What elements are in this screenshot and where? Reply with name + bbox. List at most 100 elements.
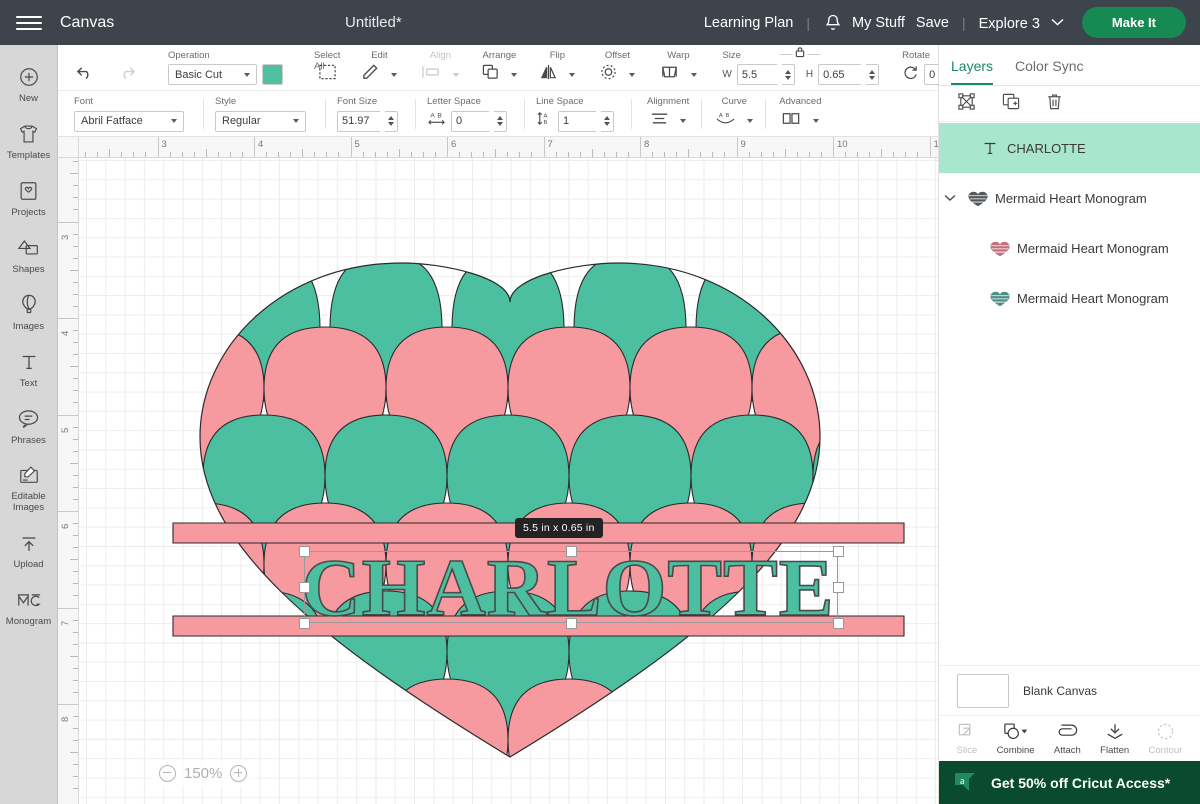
- trash-icon[interactable]: [1045, 92, 1064, 116]
- advanced-button[interactable]: [781, 110, 820, 132]
- sidebar-item-text[interactable]: Text: [0, 342, 58, 398]
- height-input[interactable]: [818, 64, 862, 85]
- sidebar-item-new[interactable]: New: [0, 57, 58, 113]
- operation-color-swatch[interactable]: [262, 64, 283, 85]
- ruler-minor-tick: [73, 378, 78, 380]
- sidebar-item-projects[interactable]: Projects: [0, 171, 58, 227]
- selection-handle-tr[interactable]: [833, 546, 844, 557]
- ruler-minor-tick: [193, 152, 195, 157]
- layer-row-mermaid-group[interactable]: Mermaid Heart Monogram: [939, 173, 1200, 223]
- flip-button[interactable]: [539, 64, 576, 86]
- selection-handle-tc[interactable]: [566, 546, 577, 557]
- canvas-property-label: Blank Canvas: [1023, 683, 1098, 698]
- selection-handle-bc[interactable]: [566, 618, 577, 629]
- font-select[interactable]: Abril Fatface: [74, 110, 184, 132]
- width-stepper[interactable]: [781, 64, 795, 85]
- sidebar-item-editable-images[interactable]: Editable Images: [0, 455, 58, 522]
- font-size-group: Font Size: [329, 91, 407, 137]
- ruler-minor-tick: [73, 498, 78, 500]
- flip-group: Flip: [526, 45, 584, 90]
- combine-button[interactable]: Combine: [997, 722, 1035, 756]
- project-title[interactable]: Untitled*: [345, 14, 402, 31]
- ruler-major-tick: [929, 137, 931, 157]
- ruler-minor-tick: [73, 547, 78, 549]
- layers-list: CHARLOTTE Mermaid Heart Monogram Mermaid…: [939, 123, 1200, 665]
- sidebar-item-upload[interactable]: Upload: [0, 523, 58, 579]
- curve-group: Curve A B: [705, 91, 762, 137]
- ruler-minor-tick: [169, 152, 171, 157]
- height-stepper[interactable]: [866, 64, 880, 85]
- selection-handle-bl[interactable]: [299, 618, 310, 629]
- sidebar-item-phrases[interactable]: Phrases: [0, 399, 58, 455]
- line-space-stepper[interactable]: [601, 110, 614, 132]
- width-label: W: [722, 69, 732, 80]
- letter-space-group: Letter Space A B: [419, 91, 516, 137]
- duplicate-icon[interactable]: [1001, 92, 1021, 116]
- selection-handle-br[interactable]: [833, 618, 844, 629]
- ruler-minor-tick: [73, 523, 78, 525]
- font-size-input[interactable]: [337, 110, 380, 132]
- layer-row-charlotte[interactable]: CHARLOTTE: [939, 123, 1200, 173]
- zoom-out-icon[interactable]: [159, 764, 176, 782]
- ruler-minor-tick: [73, 281, 78, 283]
- notification-bell-icon[interactable]: [823, 13, 843, 33]
- ruler-minor-tick: [302, 149, 304, 157]
- heart-thumb-dark: [968, 191, 988, 207]
- ruler-v-label: 5: [60, 427, 71, 433]
- tab-color-sync[interactable]: Color Sync: [1015, 58, 1083, 85]
- cricut-access-promo[interactable]: a Get 50% off Cricut Access*: [939, 761, 1200, 804]
- text-t-icon: [18, 349, 40, 375]
- letter-space-input[interactable]: [451, 110, 489, 132]
- ruler-h-label: 3: [161, 139, 167, 150]
- layer-row-mermaid-pink[interactable]: Mermaid Heart Monogram: [939, 223, 1200, 273]
- style-select[interactable]: Regular: [215, 110, 306, 132]
- undo-arrow-icon[interactable]: [76, 64, 95, 85]
- flatten-button[interactable]: Flatten: [1100, 722, 1129, 756]
- hot-air-balloon-icon: [19, 292, 39, 318]
- sidebar-item-shapes[interactable]: Shapes: [0, 228, 58, 284]
- selection-handle-tl[interactable]: [299, 546, 310, 557]
- group-icon[interactable]: [957, 92, 977, 116]
- canvas-color-swatch[interactable]: [957, 673, 1009, 708]
- sidebar-item-monogram[interactable]: Monogram: [0, 580, 58, 636]
- make-it-button[interactable]: Make It: [1081, 7, 1186, 38]
- design-canvas[interactable]: CHARLOTTE 5.5 in x 0.65 in 23456789101 2…: [58, 137, 938, 804]
- attach-button[interactable]: Attach: [1054, 722, 1081, 756]
- machine-selector[interactable]: Explore 3: [979, 14, 1064, 32]
- arrange-button[interactable]: [481, 64, 518, 86]
- hamburger-menu-icon[interactable]: [0, 0, 58, 45]
- zoom-in-icon[interactable]: [230, 764, 248, 782]
- offset-button[interactable]: [599, 64, 636, 86]
- selection-handle-ml[interactable]: [299, 582, 310, 593]
- sidebar-item-images[interactable]: Images: [0, 285, 58, 341]
- select-all-icon[interactable]: [318, 63, 337, 86]
- sidebar-item-templates[interactable]: Templates: [0, 114, 58, 170]
- ruler-minor-tick: [362, 152, 364, 157]
- selection-handle-mr[interactable]: [833, 582, 844, 593]
- save-button[interactable]: Save: [916, 15, 949, 31]
- sidebar-label-editable-images: Editable Images: [11, 491, 46, 514]
- ruler-h-label: 9: [740, 139, 746, 150]
- canvas-property-row[interactable]: Blank Canvas: [939, 665, 1200, 715]
- ruler-major-tick: [254, 137, 255, 157]
- tab-layers[interactable]: Layers: [951, 58, 994, 85]
- font-size-stepper[interactable]: [385, 110, 398, 132]
- chevron-down-icon[interactable]: [939, 194, 961, 202]
- alignment-button[interactable]: [650, 110, 687, 132]
- ruler-minor-tick: [73, 571, 78, 573]
- align-group: Align: [412, 45, 468, 90]
- operation-select[interactable]: Basic Cut: [168, 64, 257, 85]
- contour-button: Contour: [1149, 722, 1182, 756]
- line-space-input[interactable]: [558, 110, 596, 132]
- layer-row-mermaid-teal[interactable]: Mermaid Heart Monogram: [939, 273, 1200, 323]
- edit-button[interactable]: [361, 64, 398, 86]
- width-input[interactable]: [736, 64, 777, 85]
- warp-button[interactable]: [659, 64, 698, 86]
- rotate-icon[interactable]: [902, 64, 919, 86]
- select-all-label: Select All: [314, 49, 341, 72]
- letter-space-stepper[interactable]: [494, 110, 507, 132]
- size-lock-toggle[interactable]: [779, 45, 821, 63]
- curve-button[interactable]: A B: [715, 110, 754, 132]
- learning-plan-link[interactable]: Learning Plan: [704, 15, 794, 31]
- my-stuff-link[interactable]: My Stuff: [852, 15, 905, 31]
